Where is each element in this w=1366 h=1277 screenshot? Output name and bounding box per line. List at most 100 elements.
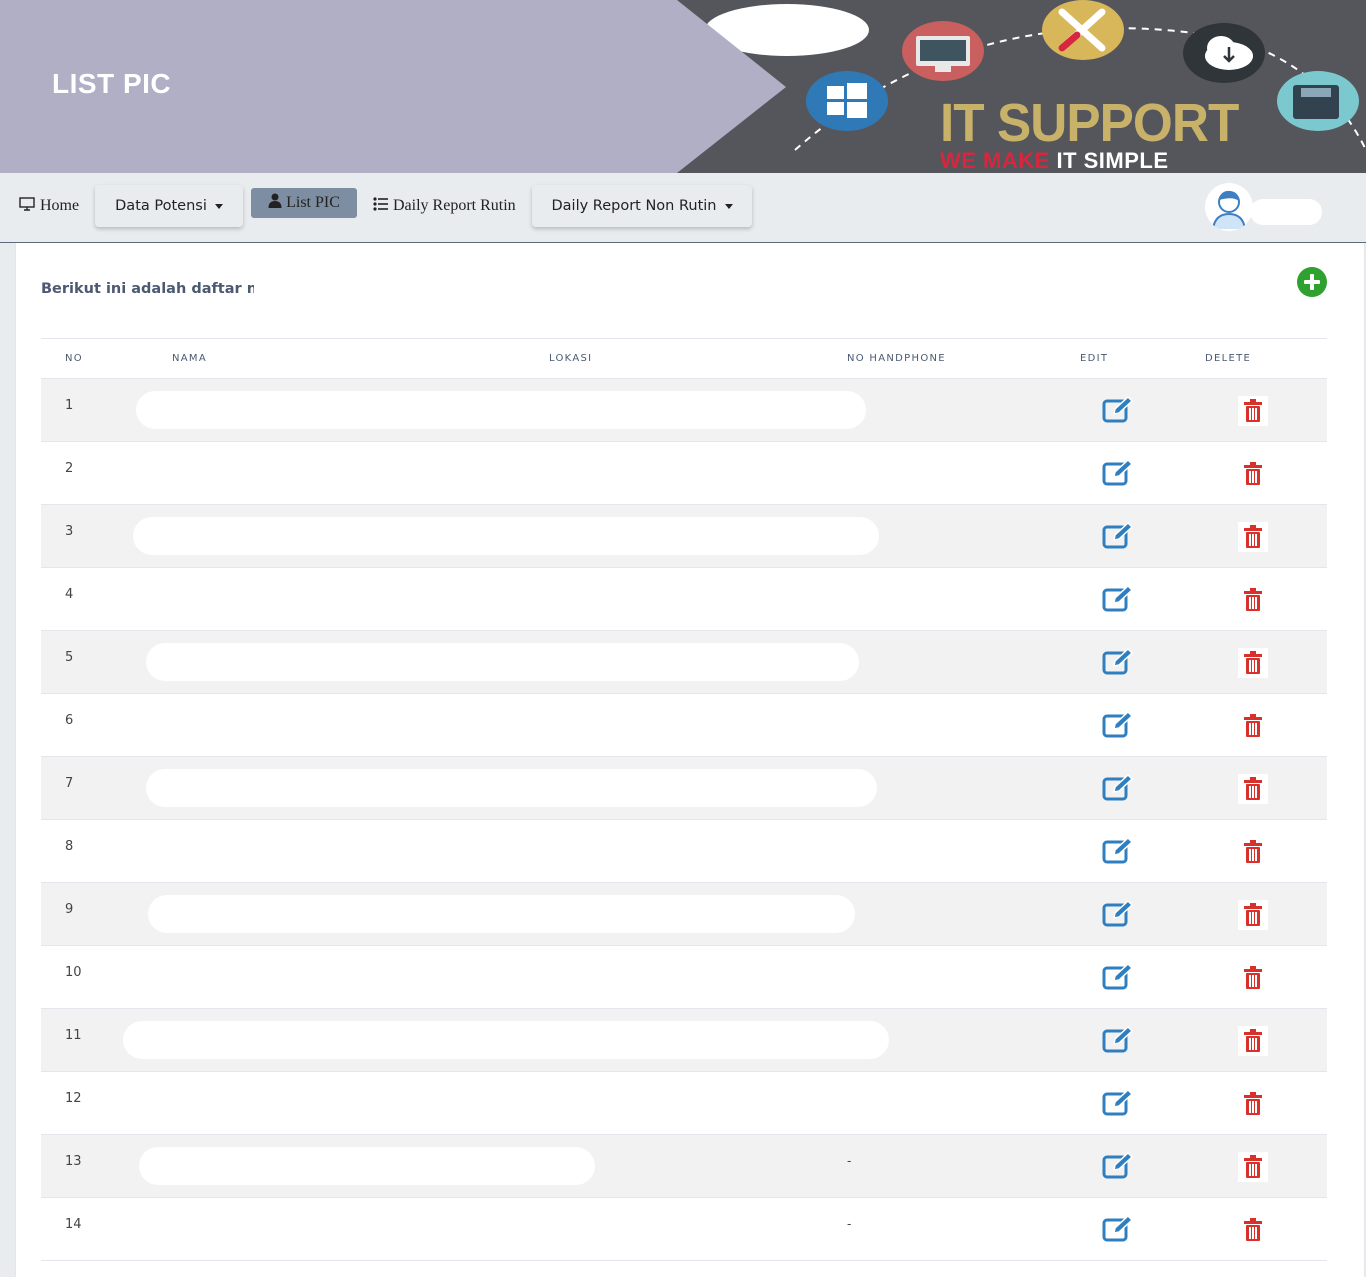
col-edit: EDIT bbox=[1080, 353, 1109, 364]
edit-icon bbox=[1102, 521, 1134, 555]
table-row: 13 - bbox=[41, 1135, 1327, 1198]
redacted-content bbox=[133, 517, 879, 555]
edit-button[interactable] bbox=[1102, 710, 1134, 740]
edit-icon bbox=[1102, 647, 1134, 681]
edit-button[interactable] bbox=[1102, 1088, 1134, 1118]
edit-button[interactable] bbox=[1102, 395, 1134, 425]
user-icon bbox=[268, 193, 282, 213]
edit-icon bbox=[1102, 584, 1134, 618]
header-banner: LIST PIC IT SUPPORT WE MAKE IT SIMPLE bbox=[0, 0, 1366, 173]
delete-button[interactable] bbox=[1238, 585, 1268, 615]
nav-home-label: Home bbox=[40, 197, 80, 214]
delete-button[interactable] bbox=[1238, 837, 1268, 867]
caret-down-icon bbox=[724, 203, 733, 209]
redacted-content bbox=[139, 1147, 595, 1185]
delete-button[interactable] bbox=[1238, 963, 1268, 993]
redacted-content bbox=[136, 391, 866, 429]
brand-tagline: WE MAKE IT SIMPLE bbox=[940, 148, 1169, 173]
avatar[interactable] bbox=[1205, 183, 1253, 231]
tagline-red: WE MAKE bbox=[940, 148, 1050, 173]
delete-button[interactable] bbox=[1238, 396, 1268, 426]
user-name-redacted[interactable] bbox=[1250, 199, 1322, 225]
table-row: 11 bbox=[41, 1009, 1327, 1072]
delete-button[interactable] bbox=[1238, 711, 1268, 741]
nav-home[interactable]: Home bbox=[19, 192, 79, 220]
table-row: 12 bbox=[41, 1072, 1327, 1135]
row-no-handphone: - bbox=[847, 1153, 852, 1168]
edit-button[interactable] bbox=[1102, 899, 1134, 929]
pic-table: NO NAMA LOKASI NO HANDPHONE EDIT DELETE … bbox=[41, 338, 1327, 1261]
table-row: 10 bbox=[41, 946, 1327, 1009]
table-row: 3 bbox=[41, 505, 1327, 568]
row-number: 6 bbox=[65, 713, 74, 728]
edit-button[interactable] bbox=[1102, 836, 1134, 866]
delete-button[interactable] bbox=[1238, 459, 1268, 489]
edit-icon bbox=[1102, 899, 1134, 933]
row-number: 7 bbox=[65, 776, 74, 791]
nav-daily-report-non-rutin-dropdown[interactable]: Daily Report Non Rutin bbox=[532, 185, 752, 227]
edit-button[interactable] bbox=[1102, 521, 1134, 551]
table-row: 6 bbox=[41, 694, 1327, 757]
row-number: 14 bbox=[65, 1217, 82, 1232]
nav-data-potensi-label: Data Potensi bbox=[115, 198, 207, 214]
delete-button[interactable] bbox=[1238, 648, 1268, 678]
col-lokasi: LOKASI bbox=[549, 353, 593, 364]
redacted-content bbox=[123, 1021, 889, 1059]
edit-button[interactable] bbox=[1102, 962, 1134, 992]
col-no-handphone: NO HANDPHONE bbox=[847, 353, 946, 364]
delete-button[interactable] bbox=[1238, 1089, 1268, 1119]
redacted-content bbox=[146, 769, 877, 807]
edit-button[interactable] bbox=[1102, 1025, 1134, 1055]
add-pic-button[interactable] bbox=[1297, 267, 1327, 297]
edit-icon bbox=[1102, 836, 1134, 870]
col-delete: DELETE bbox=[1205, 353, 1252, 364]
table-row: 14 - bbox=[41, 1198, 1327, 1261]
nav-daily-report-rutin-label: Daily Report Rutin bbox=[393, 197, 516, 214]
caret-down-icon bbox=[214, 203, 223, 209]
brand-logo: IT SUPPORT WE MAKE IT SIMPLE bbox=[940, 96, 1254, 173]
edit-button[interactable] bbox=[1102, 584, 1134, 614]
edit-button[interactable] bbox=[1102, 773, 1134, 803]
edit-button[interactable] bbox=[1102, 1214, 1134, 1244]
edit-button[interactable] bbox=[1102, 647, 1134, 677]
nav-data-potensi-dropdown[interactable]: Data Potensi bbox=[95, 185, 243, 227]
table-row: 9 bbox=[41, 883, 1327, 946]
edit-icon bbox=[1102, 1025, 1134, 1059]
intro-text: Berikut ini adalah daftar nama bbox=[41, 281, 254, 297]
row-number: 11 bbox=[65, 1028, 82, 1043]
delete-button[interactable] bbox=[1238, 1152, 1268, 1182]
row-no-handphone: - bbox=[847, 1216, 852, 1231]
row-number: 3 bbox=[65, 524, 74, 539]
table-header: NO NAMA LOKASI NO HANDPHONE EDIT DELETE bbox=[41, 338, 1327, 379]
content-card: Berikut ini adalah daftar nama NO NAMA L… bbox=[15, 243, 1365, 1277]
table-row: 4 bbox=[41, 568, 1327, 631]
row-number: 2 bbox=[65, 461, 74, 476]
edit-icon bbox=[1102, 395, 1134, 429]
page-title: LIST PIC bbox=[52, 68, 172, 99]
edit-icon bbox=[1102, 1151, 1134, 1185]
delete-button[interactable] bbox=[1238, 522, 1268, 552]
row-number: 9 bbox=[65, 902, 74, 917]
delete-button[interactable] bbox=[1238, 1215, 1268, 1245]
row-number: 4 bbox=[65, 587, 74, 602]
edit-icon bbox=[1102, 1088, 1134, 1122]
redacted-content bbox=[146, 643, 859, 681]
monitor-icon bbox=[19, 196, 35, 216]
nav-daily-report-rutin[interactable]: Daily Report Rutin bbox=[373, 192, 516, 220]
delete-button[interactable] bbox=[1238, 1026, 1268, 1056]
delete-button[interactable] bbox=[1238, 900, 1268, 930]
table-body: 1 2 3 4 5 6 7 8 9 10 11 12 13-14- bbox=[41, 379, 1327, 1261]
delete-button[interactable] bbox=[1238, 774, 1268, 804]
edit-icon bbox=[1102, 1214, 1134, 1248]
row-number: 10 bbox=[65, 965, 82, 980]
row-number: 8 bbox=[65, 839, 74, 854]
edit-button[interactable] bbox=[1102, 1151, 1134, 1181]
edit-button[interactable] bbox=[1102, 458, 1134, 488]
table-row: 5 bbox=[41, 631, 1327, 694]
row-number: 5 bbox=[65, 650, 74, 665]
nav-daily-report-non-rutin-label: Daily Report Non Rutin bbox=[551, 198, 717, 214]
tagline-white: IT SIMPLE bbox=[1056, 148, 1169, 173]
row-number: 1 bbox=[65, 398, 74, 413]
nav-list-pic[interactable]: List PIC bbox=[251, 188, 357, 218]
edit-icon bbox=[1102, 962, 1134, 996]
